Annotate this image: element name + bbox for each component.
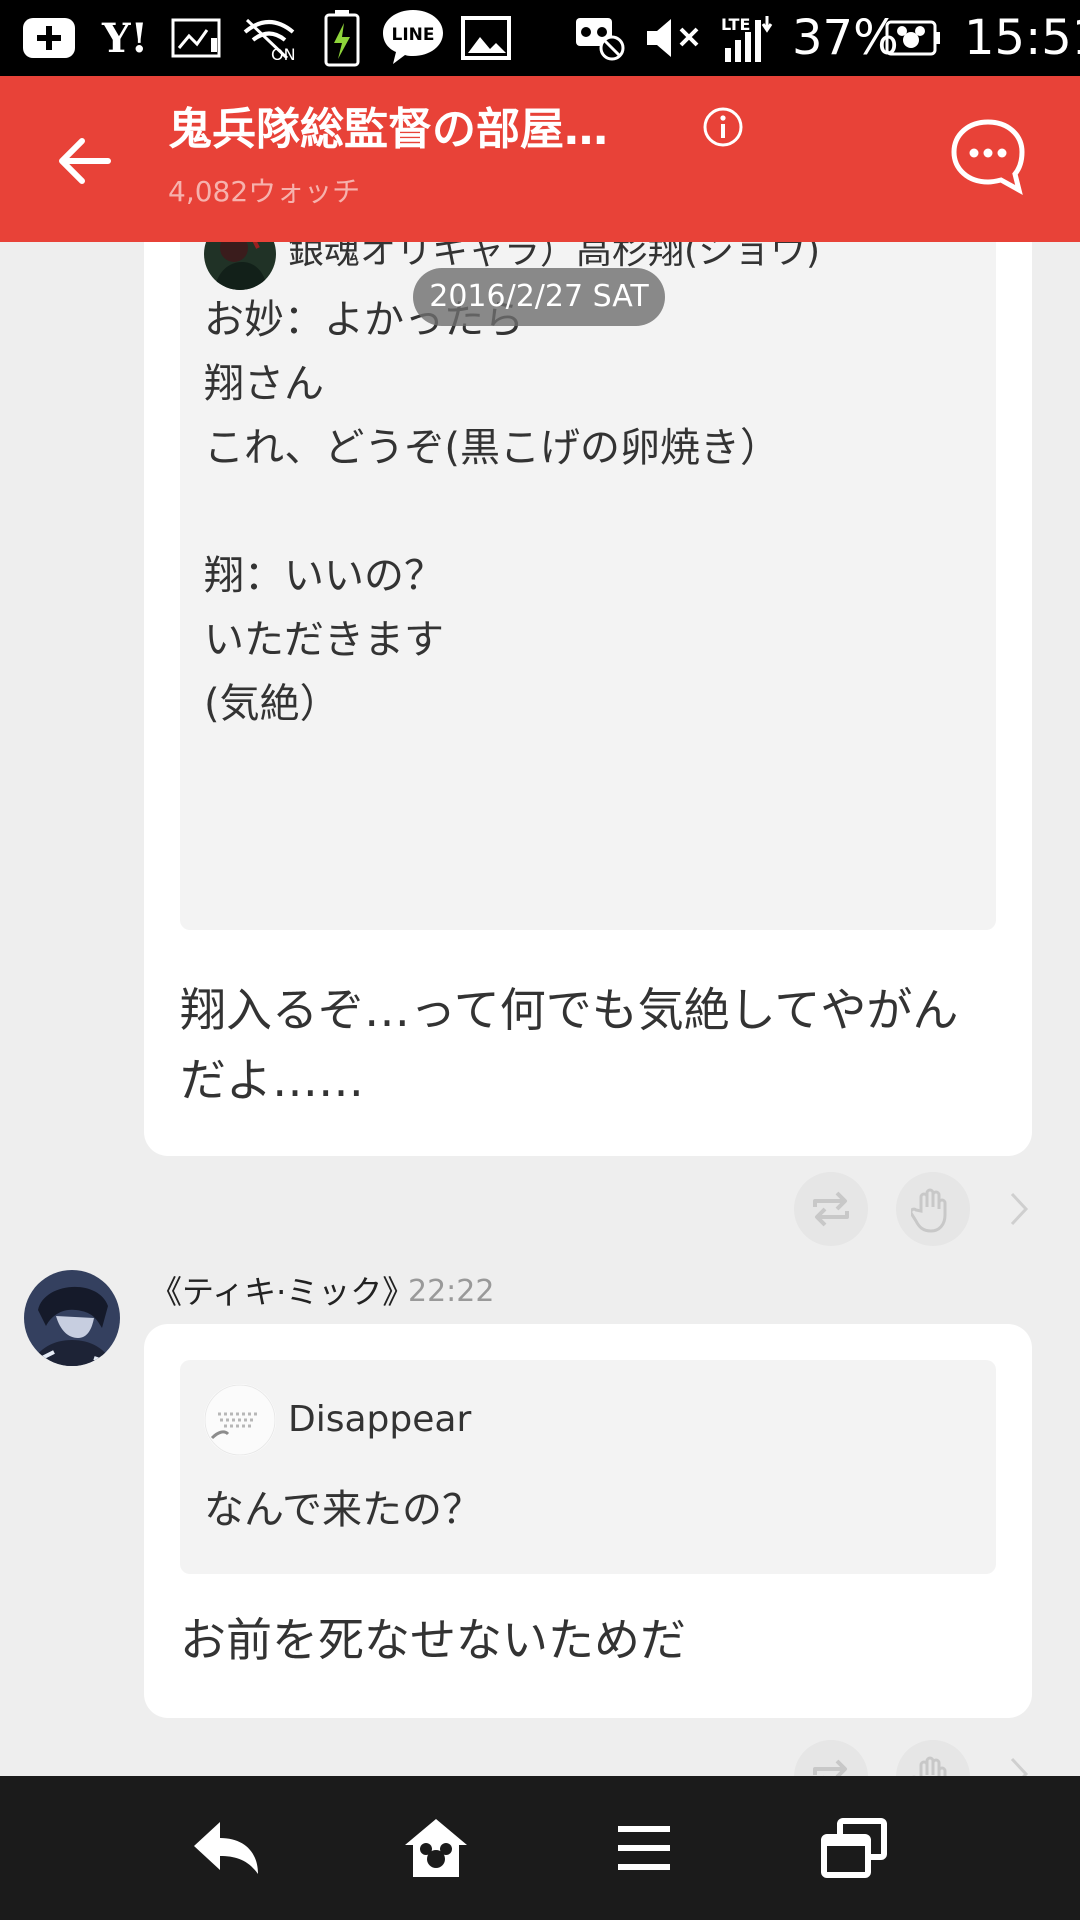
yahoo-icon: Y!	[101, 14, 149, 62]
sender-name[interactable]: 《ティキ·ミック》	[150, 1270, 414, 1314]
info-icon[interactable]	[702, 106, 744, 148]
home-icon[interactable]	[396, 1812, 476, 1884]
quote-text-line: 翔：いいの？	[204, 553, 444, 599]
wifi-on-icon: ON	[238, 14, 304, 62]
quoted-post[interactable]: 銀魂オリキャラ）高杉翔(ショウ) お妙：よかったら 翔さん これ、どうぞ(黒こげ…	[180, 242, 996, 930]
room-title[interactable]: 鬼兵隊総監督の部屋…	[168, 98, 688, 162]
message-text-line: 翔入るぞ…って何でも気絶してやがん	[180, 983, 959, 1037]
clap-button[interactable]	[896, 1740, 970, 1776]
quote-author-name: Disappear	[288, 1399, 472, 1440]
watch-count: 4,082ウォッチ	[168, 175, 361, 208]
clap-button[interactable]	[896, 1172, 970, 1246]
status-bar: Y! ON LINE LTE 37% 15:51	[0, 0, 1080, 76]
share-icon	[813, 1759, 847, 1776]
battery-percent: 37%	[792, 10, 899, 66]
chat-timeline[interactable]: 銀魂オリキャラ）高杉翔(ショウ) お妙：よかったら 翔さん これ、どうぞ(黒こげ…	[0, 242, 1080, 1776]
message-bubble[interactable]: 銀魂オリキャラ）高杉翔(ショウ) お妙：よかったら 翔さん これ、どうぞ(黒こげ…	[144, 242, 1032, 1156]
svg-text:LINE: LINE	[392, 25, 435, 45]
line-app-icon: LINE	[378, 6, 448, 70]
voicemail-icon	[574, 14, 628, 62]
quote-text-line: これ、どうぞ(黒こげの卵焼き）	[204, 425, 781, 471]
svg-text:ON: ON	[271, 45, 296, 62]
mute-icon	[642, 14, 704, 62]
clock: 15:51	[964, 10, 1080, 66]
avatar[interactable]	[24, 1270, 120, 1366]
room-header: 鬼兵隊総監督の部屋… 4,082ウォッチ	[0, 76, 1080, 242]
chevron-right-icon[interactable]	[1004, 1189, 1034, 1229]
data-meter-icon	[170, 14, 226, 62]
system-nav-bar	[0, 1776, 1080, 1920]
quoted-post[interactable]: Disappear なんで来たの？	[180, 1360, 996, 1574]
mickey-icon	[884, 14, 944, 62]
back-arrow-icon	[59, 138, 111, 184]
date-divider: 2016/2/27 SAT	[413, 268, 665, 326]
share-icon	[813, 1191, 849, 1227]
quote-text-line: いただきます	[204, 617, 444, 663]
lte-signal-icon: LTE	[718, 14, 780, 62]
clap-icon	[911, 1188, 947, 1233]
quote-text-line: なんで来たの？	[204, 1487, 482, 1533]
recent-apps-icon[interactable]	[814, 1812, 894, 1884]
message-text-line: お前を死なせないためだ	[180, 1613, 686, 1667]
quote-text-line: 翔さん	[204, 361, 324, 407]
clap-icon	[912, 1756, 947, 1776]
message-text-line: だよ……	[180, 1053, 364, 1107]
quote-author-avatar[interactable]	[204, 242, 276, 290]
menu-icon[interactable]	[604, 1812, 684, 1884]
share-button[interactable]	[794, 1740, 868, 1776]
quote-author-avatar[interactable]	[204, 1384, 276, 1456]
svg-text:LTE: LTE	[721, 15, 750, 34]
chevron-right-icon[interactable]	[1004, 1754, 1034, 1776]
back-button[interactable]	[44, 126, 124, 196]
share-button[interactable]	[794, 1172, 868, 1246]
plus-icon	[18, 14, 80, 62]
quote-text-line: (気絶）	[204, 681, 340, 727]
back-icon[interactable]	[186, 1812, 266, 1884]
message-timestamp: 22:22	[408, 1274, 495, 1309]
message-bubble[interactable]: Disappear なんで来たの？ お前を死なせないためだ	[144, 1324, 1032, 1718]
battery-charging-icon	[318, 10, 366, 67]
gallery-icon	[458, 14, 514, 62]
chat-bubble-icon[interactable]	[948, 116, 1028, 196]
